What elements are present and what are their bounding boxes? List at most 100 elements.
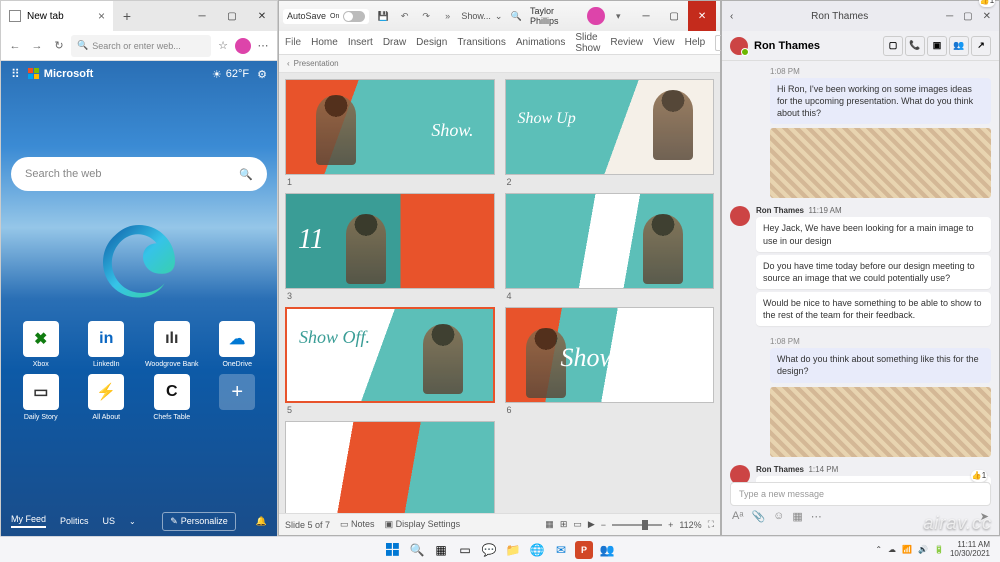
- quick-link-add[interactable]: +: [208, 374, 268, 421]
- notifications-icon[interactable]: 🔔: [256, 516, 267, 527]
- slide-counter[interactable]: Slide 5 of 7: [285, 520, 330, 530]
- nav-us[interactable]: US: [103, 516, 116, 526]
- close-icon[interactable]: ✕: [688, 1, 716, 31]
- format-icon[interactable]: Aᵃ: [732, 510, 743, 523]
- maximize-icon[interactable]: ▢: [217, 1, 247, 31]
- battery-icon[interactable]: 🔋: [934, 545, 944, 554]
- zoom-in-icon[interactable]: +: [668, 520, 673, 530]
- ribbon-options-icon[interactable]: ▾: [611, 8, 627, 24]
- fit-icon[interactable]: ⛶: [708, 519, 714, 530]
- clock[interactable]: 11:11 AM 10/30/2021: [950, 541, 990, 559]
- favorites-icon[interactable]: ☆: [213, 36, 233, 56]
- start-icon[interactable]: [383, 540, 403, 560]
- widgets-icon[interactable]: ▭: [455, 540, 475, 560]
- ribbon-tab-animations[interactable]: Animations: [516, 37, 565, 48]
- slideshow-view-icon[interactable]: ▶: [588, 519, 595, 530]
- redo-icon[interactable]: ↷: [418, 8, 434, 24]
- chat-name[interactable]: Ron Thames: [754, 40, 820, 52]
- forward-icon[interactable]: →: [27, 36, 47, 56]
- emoji-icon[interactable]: ☺: [773, 510, 784, 523]
- minimize-icon[interactable]: ─: [632, 1, 660, 31]
- back-arrow-icon[interactable]: ‹: [287, 59, 290, 68]
- reading-view-icon[interactable]: ▭: [573, 519, 582, 530]
- message-outgoing[interactable]: 1:08 PMHi Ron, I've been working on some…: [770, 67, 991, 198]
- volume-icon[interactable]: 🔊: [918, 545, 928, 554]
- ribbon-tab-insert[interactable]: Insert: [348, 37, 373, 48]
- task-view-icon[interactable]: ▦: [431, 540, 451, 560]
- document-title[interactable]: Show... ⌄: [461, 11, 502, 22]
- gif-icon[interactable]: ▦: [792, 510, 802, 523]
- ribbon-tab-home[interactable]: Home: [311, 37, 338, 48]
- maximize-icon[interactable]: ▢: [963, 11, 972, 22]
- slide-thumb-1[interactable]: Show.1: [285, 79, 495, 187]
- ribbon-tab-transitions[interactable]: Transitions: [457, 37, 506, 48]
- image-attachment[interactable]: [770, 387, 991, 457]
- outlook-icon[interactable]: ✉: [551, 540, 571, 560]
- gear-icon[interactable]: ⚙: [257, 68, 267, 81]
- ribbon-tab-draw[interactable]: Draw: [383, 37, 406, 48]
- undo-icon[interactable]: ↶: [397, 8, 413, 24]
- personalize-button[interactable]: ✎ Personalize: [162, 512, 236, 531]
- new-tab-button[interactable]: +: [113, 8, 141, 24]
- message-incoming[interactable]: Ron Thames 11:19 AMHey Jack, We have bee…: [730, 206, 991, 329]
- slide-thumb-6[interactable]: Show.6: [505, 307, 715, 415]
- browser-tab[interactable]: New tab ×: [1, 1, 113, 31]
- quick-link-Xbox[interactable]: ✖Xbox: [11, 321, 71, 368]
- quick-link-Chefs Table[interactable]: CChefs Table: [142, 374, 202, 421]
- quick-link-Woodgrove Bank[interactable]: ılıWoodgrove Bank: [142, 321, 202, 368]
- teams-taskbar-icon[interactable]: 👥: [597, 540, 617, 560]
- close-icon[interactable]: ✕: [983, 11, 991, 22]
- minimize-icon[interactable]: ─: [187, 1, 217, 31]
- chevron-up-icon[interactable]: ⌃: [875, 545, 882, 554]
- zoom-level[interactable]: 112%: [679, 520, 701, 530]
- attach-icon[interactable]: 📎: [751, 510, 765, 523]
- ribbon-tab-design[interactable]: Design: [416, 37, 447, 48]
- search-icon[interactable]: 🔍: [407, 540, 427, 560]
- nav-my-feed[interactable]: My Feed: [11, 514, 46, 528]
- add-people-icon[interactable]: 👥: [949, 36, 969, 56]
- ribbon-tab-file[interactable]: File: [285, 37, 301, 48]
- overflow-icon[interactable]: »: [440, 8, 456, 24]
- save-icon[interactable]: 💾: [375, 8, 391, 24]
- notes-button[interactable]: ▭ Notes: [340, 519, 375, 530]
- normal-view-icon[interactable]: ▦: [545, 519, 554, 530]
- menu-icon[interactable]: ⋯: [253, 36, 273, 56]
- account-button[interactable]: Taylor Phillips: [530, 6, 605, 26]
- chat-icon[interactable]: 💬: [479, 540, 499, 560]
- ribbon-tab-view[interactable]: View: [653, 37, 675, 48]
- screen-share-icon[interactable]: ▣: [927, 36, 947, 56]
- slide-thumb-2[interactable]: Show Up2: [505, 79, 715, 187]
- search-submit-icon[interactable]: 🔍: [239, 168, 253, 181]
- quick-link-LinkedIn[interactable]: inLinkedIn: [77, 321, 137, 368]
- message-outgoing[interactable]: 1:08 PMWhat do you think about something…: [770, 337, 991, 456]
- onedrive-tray-icon[interactable]: ☁: [888, 545, 896, 554]
- slide-thumb-7[interactable]: 7: [285, 421, 495, 515]
- ribbon-tab-slide-show[interactable]: Slide Show: [575, 32, 600, 54]
- quick-link-OneDrive[interactable]: ☁OneDrive: [208, 321, 268, 368]
- zoom-out-icon[interactable]: −: [601, 520, 606, 530]
- minimize-icon[interactable]: ─: [946, 11, 953, 22]
- nav-politics[interactable]: Politics: [60, 516, 89, 526]
- ribbon-tab-help[interactable]: Help: [685, 37, 706, 48]
- image-attachment[interactable]: [770, 128, 991, 198]
- wifi-icon[interactable]: 📶: [902, 545, 912, 554]
- close-tab-icon[interactable]: ×: [98, 9, 105, 23]
- address-bar[interactable]: 🔍 Search or enter web...: [71, 35, 211, 57]
- message-input[interactable]: Type a new message: [730, 482, 991, 506]
- autosave-toggle[interactable]: AutoSave On: [283, 9, 369, 24]
- close-icon[interactable]: ✕: [247, 1, 277, 31]
- display-settings-button[interactable]: ▣ Display Settings: [385, 519, 461, 530]
- audio-call-icon[interactable]: 📞: [905, 36, 925, 56]
- weather-widget[interactable]: ☀ 62°F: [212, 68, 249, 81]
- more-icon[interactable]: ⋯: [811, 510, 822, 523]
- refresh-icon[interactable]: ↻: [49, 36, 69, 56]
- powerpoint-taskbar-icon[interactable]: P: [575, 541, 593, 559]
- search-icon[interactable]: 🔍: [508, 8, 524, 24]
- video-call-icon[interactable]: ▢: [883, 36, 903, 56]
- app-launcher-icon[interactable]: ⠿: [11, 67, 20, 81]
- slide-thumb-4[interactable]: 4: [505, 193, 715, 301]
- maximize-icon[interactable]: ▢: [660, 1, 688, 31]
- quick-link-All About[interactable]: ⚡All About: [77, 374, 137, 421]
- quick-link-Daily Story[interactable]: ▭Daily Story: [11, 374, 71, 421]
- slide-thumb-3[interactable]: 113: [285, 193, 495, 301]
